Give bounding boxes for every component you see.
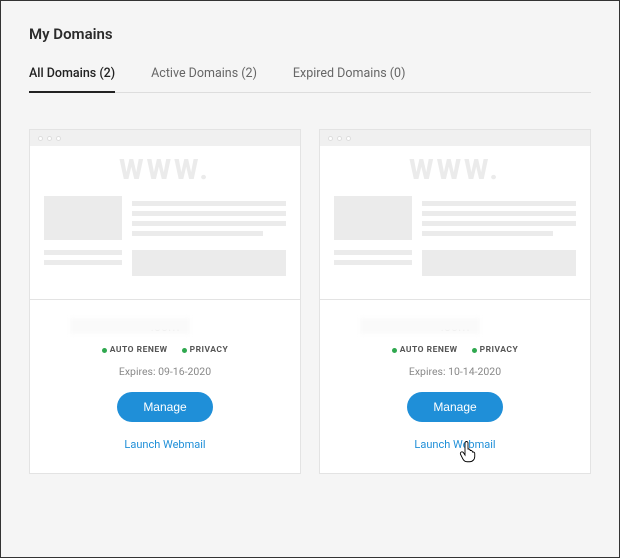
domain-thumbnail: WWW. xyxy=(30,130,300,300)
domain-card: WWW. xyxy=(319,129,591,474)
skeleton-line xyxy=(334,250,412,255)
auto-renew-label: AUTO RENEW xyxy=(110,345,168,355)
window-dot-icon xyxy=(337,136,342,141)
skeleton-line xyxy=(132,221,286,226)
domain-cards: WWW. xyxy=(29,129,591,474)
domain-card-body: .com AUTO RENEW PRIVACY Expires: 09-16-2… xyxy=(30,300,300,473)
tab-expired-domains[interactable]: Expired Domains (0) xyxy=(293,66,406,93)
browser-chrome-bar xyxy=(30,130,300,146)
skeleton-line xyxy=(132,231,263,236)
expires-text: Expires: 10-14-2020 xyxy=(330,365,580,378)
domain-name: .com xyxy=(440,320,469,335)
manage-button[interactable]: Manage xyxy=(407,392,502,422)
auto-renew-badge: AUTO RENEW xyxy=(392,345,458,355)
skeleton-line xyxy=(422,201,576,206)
window-dot-icon xyxy=(47,136,52,141)
thumbnail-body: WWW. xyxy=(30,146,300,299)
expires-text: Expires: 09-16-2020 xyxy=(40,365,290,378)
browser-chrome-bar xyxy=(320,130,590,146)
domain-card: WWW. xyxy=(29,129,301,474)
launch-webmail-link[interactable]: Launch Webmail xyxy=(40,438,290,451)
skeleton-line xyxy=(422,231,553,236)
domain-badges: AUTO RENEW PRIVACY xyxy=(40,345,290,355)
skeleton-block xyxy=(132,250,286,276)
status-dot-icon xyxy=(392,348,397,353)
skeleton-block xyxy=(44,196,122,240)
tab-all-domains[interactable]: All Domains (2) xyxy=(29,66,115,93)
status-dot-icon xyxy=(102,348,107,353)
status-dot-icon xyxy=(472,348,477,353)
skeleton-line xyxy=(422,221,576,226)
domain-thumbnail: WWW. xyxy=(320,130,590,300)
skeleton-line xyxy=(132,211,286,216)
window-dot-icon xyxy=(38,136,43,141)
redacted-strip xyxy=(70,318,190,334)
window-dot-icon xyxy=(56,136,61,141)
www-placeholder-icon: WWW. xyxy=(334,156,576,184)
skeleton-line xyxy=(44,260,122,265)
skeleton-line xyxy=(422,211,576,216)
status-dot-icon xyxy=(182,348,187,353)
tab-active-domains[interactable]: Active Domains (2) xyxy=(151,66,257,93)
domain-card-body: .com AUTO RENEW PRIVACY Expires: 10-14-2… xyxy=(320,300,590,473)
skeleton-block xyxy=(422,250,576,276)
skeleton-line xyxy=(334,260,412,265)
launch-webmail-link[interactable]: Launch Webmail xyxy=(330,438,580,451)
www-placeholder-icon: WWW. xyxy=(44,156,286,184)
window-dot-icon xyxy=(346,136,351,141)
skeleton-line xyxy=(132,201,286,206)
domain-badges: AUTO RENEW PRIVACY xyxy=(330,345,580,355)
privacy-label: PRIVACY xyxy=(190,345,229,355)
tabs: All Domains (2) Active Domains (2) Expir… xyxy=(29,65,591,93)
redacted-strip xyxy=(360,318,480,334)
skeleton-line xyxy=(44,250,122,255)
domain-name: .com xyxy=(150,320,179,335)
privacy-badge: PRIVACY xyxy=(472,345,519,355)
manage-button[interactable]: Manage xyxy=(117,392,212,422)
page-title: My Domains xyxy=(29,25,591,43)
skeleton-block xyxy=(334,196,412,240)
window-dot-icon xyxy=(328,136,333,141)
privacy-label: PRIVACY xyxy=(480,345,519,355)
auto-renew-label: AUTO RENEW xyxy=(400,345,458,355)
privacy-badge: PRIVACY xyxy=(182,345,229,355)
thumbnail-body: WWW. xyxy=(320,146,590,299)
auto-renew-badge: AUTO RENEW xyxy=(102,345,168,355)
